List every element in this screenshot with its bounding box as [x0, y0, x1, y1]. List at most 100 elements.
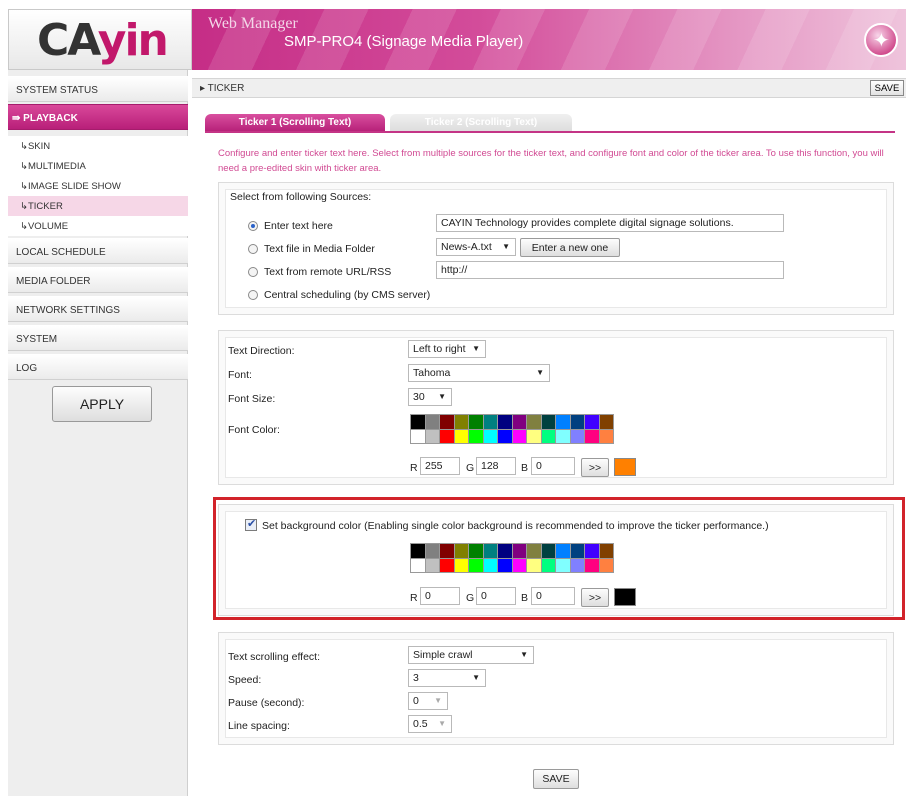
pause-select[interactable]: 0 ▼: [408, 692, 448, 710]
sidebar-subitem-skin[interactable]: ↳SKIN: [8, 136, 188, 156]
palette-color-cell[interactable]: [599, 429, 613, 443]
line-spacing-label: Line spacing:: [228, 720, 290, 732]
palette-color-cell[interactable]: [527, 429, 541, 443]
font-r-label: R: [410, 462, 418, 474]
sidebar-subitem-label: ↳VOLUME: [20, 221, 69, 232]
sidebar-item-label: NETWORK SETTINGS: [16, 305, 120, 316]
sidebar-subitem-image-slide-show[interactable]: ↳IMAGE SLIDE SHOW: [8, 176, 188, 196]
sidebar-item-label: MEDIA FOLDER: [16, 276, 91, 287]
text-file-value: News-A.txt: [441, 241, 492, 253]
palette-color-cell[interactable]: [469, 429, 483, 443]
radio-text-file-label: Text file in Media Folder: [264, 243, 375, 255]
font-g-input[interactable]: 128: [476, 457, 516, 475]
palette-color-cell[interactable]: [483, 415, 497, 429]
font-size-select[interactable]: 30 ▼: [408, 388, 452, 406]
radio-remote-url-label: Text from remote URL/RSS: [264, 266, 392, 278]
palette-color-cell[interactable]: [556, 415, 570, 429]
scroll-effect-value: Simple crawl: [413, 649, 473, 661]
text-direction-label: Text Direction:: [228, 345, 295, 357]
palette-color-cell[interactable]: [527, 415, 541, 429]
sidebar-item-media-folder[interactable]: MEDIA FOLDER: [8, 267, 188, 293]
palette-color-cell[interactable]: [469, 415, 483, 429]
font-select[interactable]: Tahoma ▼: [408, 364, 550, 382]
sidebar-item-log[interactable]: LOG: [8, 354, 188, 380]
device-title: SMP-PRO4 (Signage Media Player): [284, 33, 524, 50]
palette-color-cell[interactable]: [454, 429, 468, 443]
text-direction-select[interactable]: Left to right ▼: [408, 340, 486, 358]
chevron-down-icon: ▼: [520, 650, 528, 659]
font-g-label: G: [466, 462, 475, 474]
tab-ticker-2[interactable]: Ticker 2 (Scrolling Text): [390, 114, 572, 132]
highlight-box: [213, 497, 905, 620]
palette-color-cell[interactable]: [570, 415, 584, 429]
palette-color-cell[interactable]: [440, 429, 454, 443]
tab-ticker-1[interactable]: Ticker 1 (Scrolling Text): [205, 114, 385, 132]
enter-new-one-button[interactable]: Enter a new one: [520, 238, 620, 257]
chevron-down-icon: ▼: [438, 719, 446, 728]
palette-color-cell[interactable]: [556, 429, 570, 443]
palette-color-cell[interactable]: [440, 415, 454, 429]
sidebar-item-system[interactable]: SYSTEM: [8, 325, 188, 351]
palette-color-cell[interactable]: [483, 429, 497, 443]
sidebar-item-label: SYSTEM: [16, 334, 58, 345]
palette-color-cell[interactable]: [498, 415, 512, 429]
palette-color-cell[interactable]: [570, 429, 584, 443]
font-b-input[interactable]: 0: [531, 457, 575, 475]
palette-color-cell[interactable]: [425, 415, 439, 429]
palette-color-cell[interactable]: [541, 429, 555, 443]
sidebar-subitem-ticker[interactable]: ↳TICKER: [8, 196, 188, 216]
radio-text-file[interactable]: [248, 244, 258, 254]
font-rgb-apply-button[interactable]: >>: [581, 458, 609, 477]
content-header: ▸ TICKER SAVE: [192, 78, 906, 98]
sidebar-item-system-status[interactable]: SYSTEM STATUS: [8, 76, 188, 102]
font-label: Font:: [228, 369, 252, 381]
url-input[interactable]: http://: [436, 261, 784, 279]
speed-select[interactable]: 3 ▼: [408, 669, 486, 687]
sidebar-item-label: LOCAL SCHEDULE: [16, 247, 106, 258]
palette-color-cell[interactable]: [454, 415, 468, 429]
palette-color-cell[interactable]: [411, 415, 425, 429]
font-color-palette[interactable]: [410, 414, 614, 444]
tab-divider: [205, 131, 895, 133]
line-spacing-select[interactable]: 0.5 ▼: [408, 715, 452, 733]
palette-color-cell[interactable]: [425, 429, 439, 443]
font-r-input[interactable]: 255: [420, 457, 460, 475]
radio-enter-text[interactable]: [248, 221, 258, 231]
font-b-label: B: [521, 462, 529, 474]
chevron-down-icon: ▼: [472, 344, 480, 353]
palette-color-cell[interactable]: [512, 429, 526, 443]
chevron-down-icon: ▼: [434, 696, 442, 705]
apply-button[interactable]: APPLY: [52, 386, 152, 422]
sidebar-item-playback[interactable]: ⇛ PLAYBACK: [8, 104, 188, 130]
scroll-effect-select[interactable]: Simple crawl ▼: [408, 646, 534, 664]
text-direction-value: Left to right: [413, 343, 466, 355]
palette-color-cell[interactable]: [585, 429, 599, 443]
sidebar-subitem-volume[interactable]: ↳VOLUME: [8, 216, 188, 236]
palette-color-cell[interactable]: [498, 429, 512, 443]
palette-color-cell[interactable]: [411, 429, 425, 443]
text-file-select[interactable]: News-A.txt ▼: [436, 238, 516, 256]
sidebar-item-network-settings[interactable]: NETWORK SETTINGS: [8, 296, 188, 322]
palette-color-cell[interactable]: [599, 415, 613, 429]
sidebar-subitem-label: ↳MULTIMEDIA: [20, 161, 86, 172]
sidebar-subitem-label: ↳TICKER: [20, 201, 63, 212]
palette-color-cell[interactable]: [541, 415, 555, 429]
save-top-button[interactable]: SAVE: [870, 80, 904, 96]
sidebar-item-label: SYSTEM STATUS: [16, 85, 98, 96]
sidebar-item-label: ⇛ PLAYBACK: [12, 113, 78, 124]
ticker-text-input[interactable]: CAYIN Technology provides complete digit…: [436, 214, 784, 232]
radio-remote-url[interactable]: [248, 267, 258, 277]
palette-color-cell[interactable]: [585, 415, 599, 429]
magic-wand-icon: ✦: [864, 23, 898, 57]
line-spacing-value: 0.5: [413, 718, 428, 730]
save-bottom-button[interactable]: SAVE: [533, 769, 579, 789]
sidebar-item-local-schedule[interactable]: LOCAL SCHEDULE: [8, 238, 188, 264]
font-color-label: Font Color:: [228, 424, 280, 436]
radio-central-scheduling[interactable]: [248, 290, 258, 300]
font-size-label: Font Size:: [228, 393, 276, 405]
sidebar-subitem-multimedia[interactable]: ↳MULTIMEDIA: [8, 156, 188, 176]
chevron-down-icon: ▼: [438, 392, 446, 401]
palette-color-cell[interactable]: [512, 415, 526, 429]
page-title: ▸ TICKER: [200, 83, 245, 94]
pause-value: 0: [413, 695, 419, 707]
